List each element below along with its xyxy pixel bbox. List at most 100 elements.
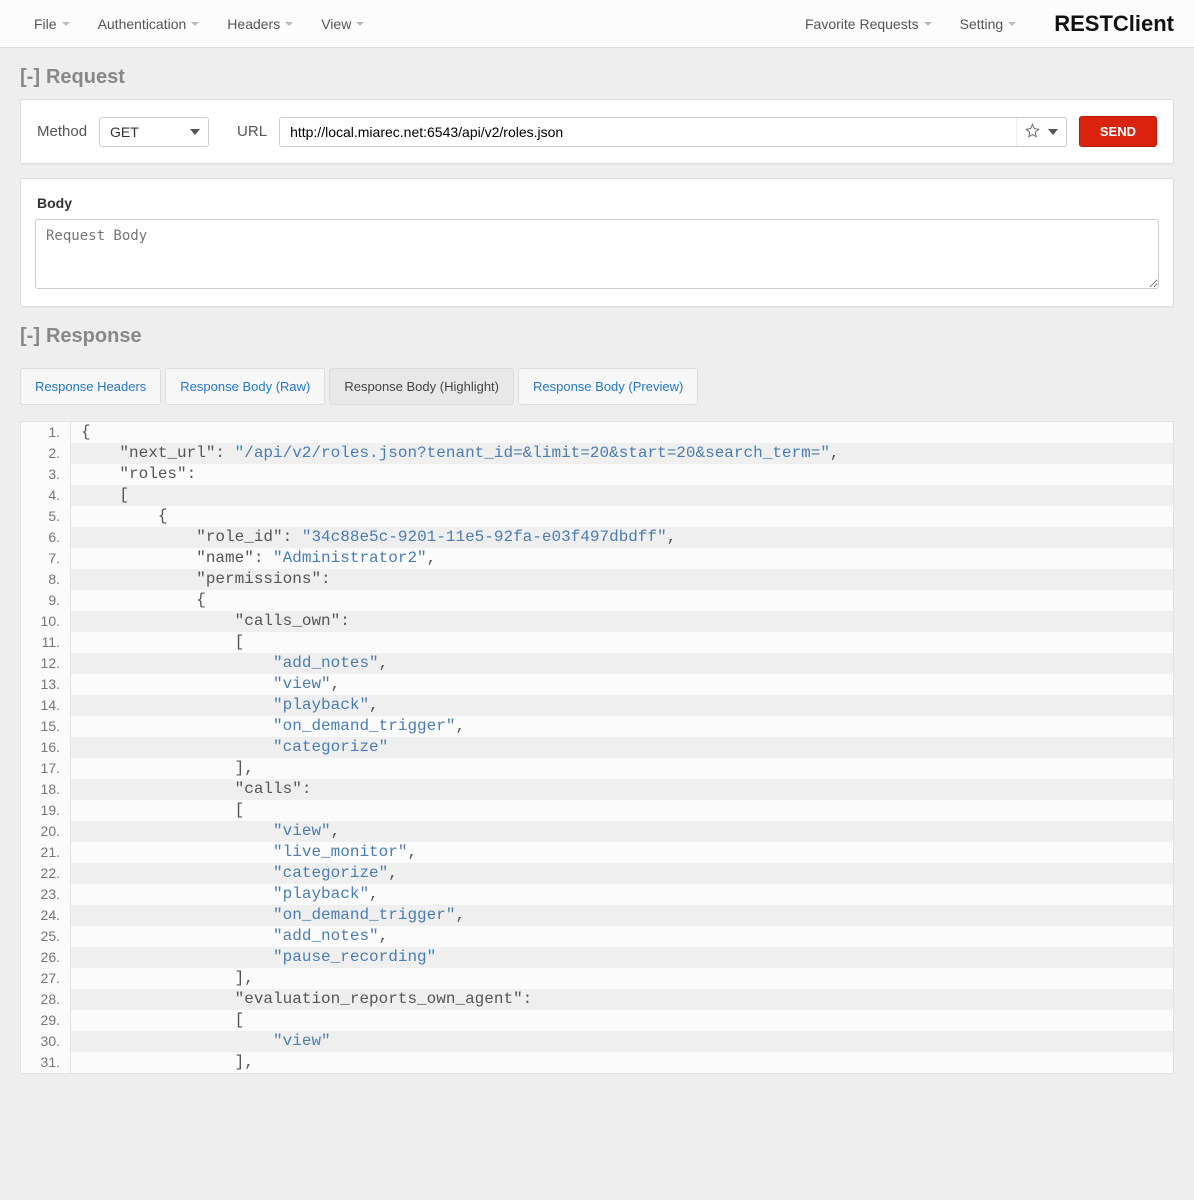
chevron-down-icon xyxy=(191,22,199,26)
chevron-down-icon xyxy=(285,22,293,26)
request-body-panel: Body xyxy=(20,178,1174,307)
line-number: 3. xyxy=(21,464,71,485)
code-line: 28. "evaluation_reports_own_agent": xyxy=(21,989,1173,1010)
line-number: 29. xyxy=(21,1010,71,1031)
request-row: Method GET URL SEND xyxy=(21,100,1173,163)
code-line: 19. [ xyxy=(21,800,1173,821)
code-line: 26. "pause_recording" xyxy=(21,947,1173,968)
line-number: 19. xyxy=(21,800,71,821)
code-content: "playback", xyxy=(71,884,379,905)
method-select[interactable]: GET xyxy=(99,117,209,147)
menu-view[interactable]: View xyxy=(307,8,378,40)
url-label: URL xyxy=(237,123,267,140)
url-icons xyxy=(1016,118,1066,146)
request-collapse-toggle[interactable]: [-] xyxy=(20,66,40,89)
method-label: Method xyxy=(37,123,87,140)
code-line: 31. ], xyxy=(21,1052,1173,1073)
line-number: 9. xyxy=(21,590,71,611)
toolbar-right: Favorite RequestsSetting RESTClient xyxy=(791,8,1174,40)
line-number: 1. xyxy=(21,422,71,443)
line-number: 14. xyxy=(21,695,71,716)
code-content: "playback", xyxy=(71,695,379,716)
body-label: Body xyxy=(35,189,1159,219)
code-line: 25. "add_notes", xyxy=(21,926,1173,947)
line-number: 24. xyxy=(21,905,71,926)
code-content: "roles": xyxy=(71,464,196,485)
line-number: 28. xyxy=(21,989,71,1010)
line-number: 23. xyxy=(21,884,71,905)
chevron-down-icon xyxy=(1008,22,1016,26)
code-line: 2. "next_url": "/api/v2/roles.json?tenan… xyxy=(21,443,1173,464)
line-number: 7. xyxy=(21,548,71,569)
code-line: 21. "live_monitor", xyxy=(21,842,1173,863)
code-content: "on_demand_trigger", xyxy=(71,716,465,737)
code-line: 11. [ xyxy=(21,632,1173,653)
code-content: [ xyxy=(71,632,244,653)
line-number: 11. xyxy=(21,632,71,653)
line-number: 15. xyxy=(21,716,71,737)
chevron-down-icon[interactable] xyxy=(1048,129,1058,135)
response-title: Response xyxy=(46,325,142,348)
menu-headers[interactable]: Headers xyxy=(213,8,307,40)
code-line: 16. "categorize" xyxy=(21,737,1173,758)
code-line: 7. "name": "Administrator2", xyxy=(21,548,1173,569)
request-body-input[interactable] xyxy=(35,219,1159,289)
response-code-panel: 1.{2. "next_url": "/api/v2/roles.json?te… xyxy=(20,421,1174,1074)
chevron-down-icon xyxy=(356,22,364,26)
code-line: 27. ], xyxy=(21,968,1173,989)
code-content: "evaluation_reports_own_agent": xyxy=(71,989,532,1010)
code-content: "calls": xyxy=(71,779,311,800)
code-content: "calls_own": xyxy=(71,611,350,632)
menu-authentication[interactable]: Authentication xyxy=(84,8,214,40)
code-line: 3. "roles": xyxy=(21,464,1173,485)
code-content: "categorize" xyxy=(71,737,388,758)
toolbar: FileAuthenticationHeadersView Favorite R… xyxy=(0,0,1194,48)
code-content: "categorize", xyxy=(71,863,398,884)
url-input[interactable] xyxy=(280,118,1016,146)
send-button[interactable]: SEND xyxy=(1079,116,1157,147)
app-brand: RESTClient xyxy=(1054,11,1174,37)
code-line: 4. [ xyxy=(21,485,1173,506)
code-content: "on_demand_trigger", xyxy=(71,905,465,926)
code-content: "add_notes", xyxy=(71,653,388,674)
code-content: ], xyxy=(71,1052,254,1073)
menu-setting[interactable]: Setting xyxy=(946,8,1031,40)
code-line: 14. "playback", xyxy=(21,695,1173,716)
code-content: "view", xyxy=(71,821,340,842)
tab-response-body-highlight-[interactable]: Response Body (Highlight) xyxy=(329,368,514,405)
toolbar-left: FileAuthenticationHeadersView xyxy=(20,8,378,40)
code-line: 17. ], xyxy=(21,758,1173,779)
code-content: "next_url": "/api/v2/roles.json?tenant_i… xyxy=(71,443,840,464)
code-line: 9. { xyxy=(21,590,1173,611)
code-content: [ xyxy=(71,1010,244,1031)
code-content: { xyxy=(71,590,206,611)
code-content: "pause_recording" xyxy=(71,947,436,968)
response-collapse-toggle[interactable]: [-] xyxy=(20,325,40,348)
menu-favorite-requests[interactable]: Favorite Requests xyxy=(791,8,946,40)
code-line: 22. "categorize", xyxy=(21,863,1173,884)
code-line: 20. "view", xyxy=(21,821,1173,842)
line-number: 31. xyxy=(21,1052,71,1073)
star-icon[interactable] xyxy=(1025,123,1040,141)
code-line: 6. "role_id": "34c88e5c-9201-11e5-92fa-e… xyxy=(21,527,1173,548)
line-number: 21. xyxy=(21,842,71,863)
code-content: { xyxy=(71,422,91,443)
line-number: 10. xyxy=(21,611,71,632)
code-content: { xyxy=(71,506,167,527)
line-number: 27. xyxy=(21,968,71,989)
line-number: 26. xyxy=(21,947,71,968)
code-content: ], xyxy=(71,968,254,989)
line-number: 30. xyxy=(21,1031,71,1052)
code-content: "add_notes", xyxy=(71,926,388,947)
chevron-down-icon xyxy=(924,22,932,26)
code-line: 29. [ xyxy=(21,1010,1173,1031)
code-content: [ xyxy=(71,485,129,506)
tab-response-headers[interactable]: Response Headers xyxy=(20,368,161,405)
menu-file[interactable]: File xyxy=(20,8,84,40)
line-number: 2. xyxy=(21,443,71,464)
code-content: "view", xyxy=(71,674,340,695)
code-line: 5. { xyxy=(21,506,1173,527)
tab-response-body-preview-[interactable]: Response Body (Preview) xyxy=(518,368,698,405)
tab-response-body-raw-[interactable]: Response Body (Raw) xyxy=(165,368,325,405)
code-line: 24. "on_demand_trigger", xyxy=(21,905,1173,926)
